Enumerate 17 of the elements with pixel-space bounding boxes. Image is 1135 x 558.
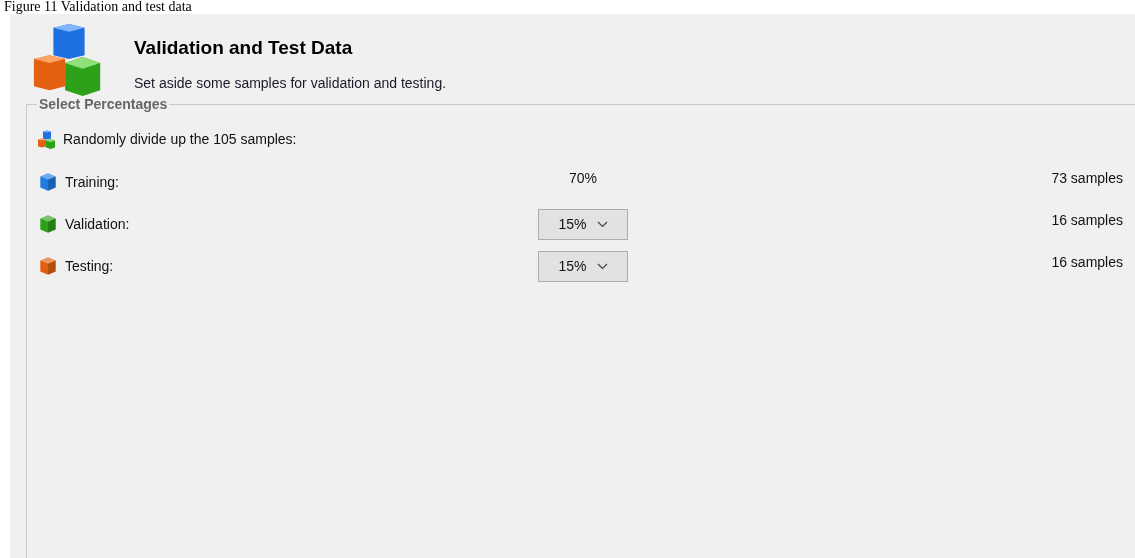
sample-count: 16 samples [1051, 210, 1123, 230]
page-title: Validation and Test Data [134, 36, 354, 60]
group-legend: Select Percentages [37, 94, 170, 115]
figure-caption: Figure 11 Validation and test data [3, 0, 193, 14]
sample-count: 73 samples [1051, 168, 1123, 188]
percent-dropdown[interactable]: 15% [538, 250, 628, 282]
row-label: Training: [65, 172, 119, 192]
sample-count: 16 samples [1051, 252, 1123, 272]
intro-text: Randomly divide up the 105 samples: [63, 130, 297, 149]
cubes-icon [37, 129, 57, 150]
chevron-down-icon [596, 220, 608, 228]
page-subtitle: Set aside some samples for validation and testing. [134, 73, 447, 93]
percent-value: 70% [569, 168, 597, 188]
row-label: Validation: [65, 214, 130, 234]
row-label: Testing: [65, 256, 114, 276]
chevron-down-icon [596, 262, 608, 270]
percent-dropdown[interactable]: 15% [538, 208, 628, 240]
